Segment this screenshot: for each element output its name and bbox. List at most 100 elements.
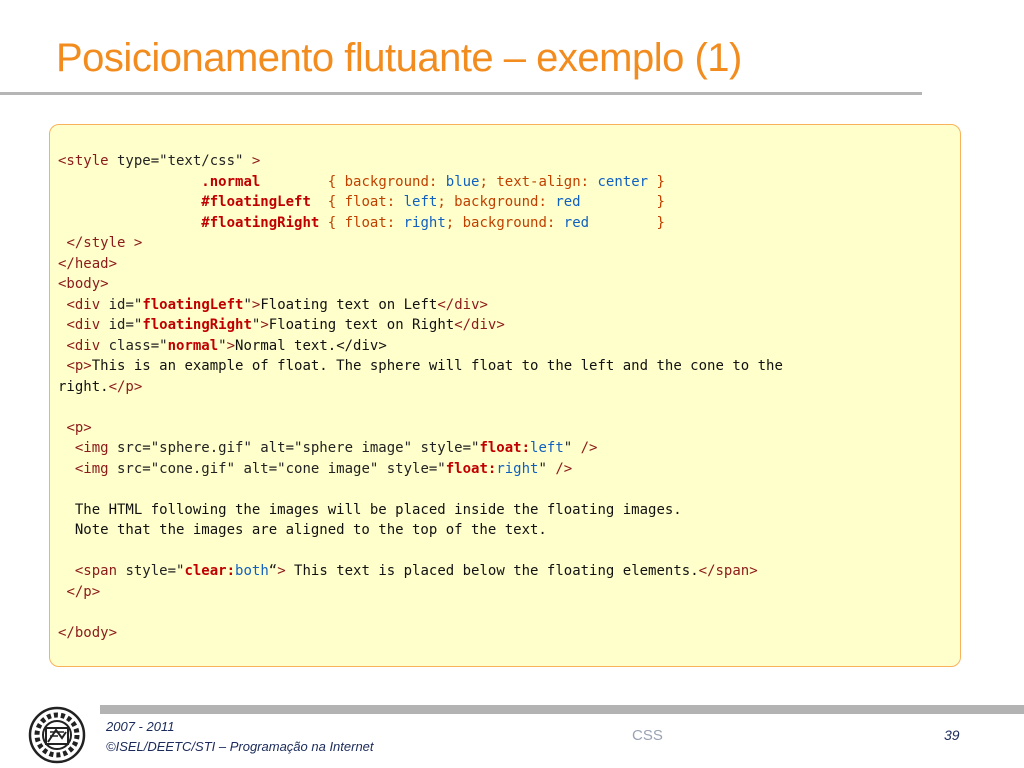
code-token: src="cone.gif" alt="cone image" style=" (108, 460, 446, 477)
page-number: 39 (944, 727, 960, 743)
code-token: </style > (66, 235, 143, 251)
code-token: /> (555, 460, 573, 477)
code-token: </head> (58, 255, 118, 272)
code-line: The HTML following the images will be pl… (58, 502, 682, 518)
code-line: </head> (58, 256, 117, 272)
code-token: clear: (184, 563, 236, 579)
code-token: style=" (117, 563, 185, 579)
code-token: type="text/css" (108, 153, 252, 169)
code-token: .normal (201, 173, 261, 190)
code-token: id=" (100, 317, 143, 333)
code-token: > (260, 317, 269, 333)
code-token: #floatingRight (201, 214, 320, 231)
code-line: <p> (58, 420, 91, 436)
code-line: <div class="normal">Normal text.</div> (58, 337, 387, 354)
code-token: The HTML following the images will be pl… (58, 501, 682, 518)
footer-copyright: ©ISEL/DEETC/STI – Programação na Interne… (106, 739, 374, 754)
code-token: <style (58, 153, 109, 169)
code-token: right. (58, 378, 109, 395)
code-token: " (563, 440, 581, 456)
code-token: ; text-align: (479, 173, 598, 190)
footer-credits: 2007 - 2011 ©ISEL/DEETC/STI – Programaçã… (106, 717, 374, 757)
code-line: #floatingRight { float: right; backgroun… (58, 215, 665, 231)
code-token: class=" (100, 337, 168, 354)
code-token: </div> (454, 317, 505, 333)
code-line: <img src="cone.gif" alt="cone image" sty… (58, 461, 572, 477)
code-token: { float: (327, 194, 404, 210)
code-token: <div (66, 337, 101, 354)
code-token: } (648, 173, 665, 190)
code-token: “ (268, 563, 278, 579)
code-token: </p> (108, 378, 143, 395)
code-token: id=" (100, 296, 143, 313)
code-token: both (235, 563, 269, 579)
code-token: floatingLeft (142, 296, 244, 313)
code-line: <div id="floatingLeft">Floating text on … (58, 297, 488, 313)
code-token: left (530, 440, 564, 456)
footer-divider (100, 705, 1024, 714)
code-token: /> (580, 440, 598, 456)
code-token: > (251, 153, 261, 169)
code-token: " (538, 460, 556, 477)
code-token: right (496, 460, 539, 477)
code-line: </body> (58, 625, 117, 641)
code-token: </div> (437, 296, 488, 313)
code-token: ; background: (445, 214, 564, 231)
code-token: blue (445, 173, 480, 190)
code-token: { float: (327, 214, 404, 231)
slide-title: Posicionamento flutuante – exemplo (1) (56, 36, 742, 80)
code-line: Note that the images are aligned to the … (58, 522, 547, 538)
code-token: </body> (58, 624, 118, 641)
code-token: normal (167, 337, 219, 354)
code-token: <div (66, 296, 101, 313)
code-token: Floating text on Left (260, 296, 438, 313)
code-line: </style > (58, 235, 142, 251)
code-line: right.</p> (58, 379, 142, 395)
code-line: </p> (58, 584, 100, 600)
code-token: > (277, 563, 286, 579)
code-token: <div (66, 317, 101, 333)
code-token: center (597, 173, 649, 190)
code-token: src="sphere.gif" alt="sphere image" styl… (108, 440, 480, 456)
footer-topic: CSS (632, 727, 663, 744)
code-token: </span> (698, 563, 758, 579)
code-token: Normal text.</div> (235, 337, 387, 354)
code-token: left (403, 194, 438, 210)
code-line: <div id="floatingRight">Floating text on… (58, 317, 505, 333)
code-token: { background: (327, 173, 446, 190)
code-listing: <style type="text/css" > .normal { backg… (58, 151, 783, 643)
code-token: " (243, 296, 252, 313)
code-token: <span (74, 563, 118, 579)
code-token: <img (74, 440, 109, 456)
code-token: This is an example of float. The sphere … (91, 358, 783, 374)
code-example-box: <style type="text/css" > .normal { backg… (49, 124, 961, 667)
title-divider (0, 92, 922, 95)
code-line: .normal { background: blue; text-align: … (58, 174, 665, 190)
code-token: " (218, 337, 227, 354)
code-line: <p>This is an example of float. The sphe… (58, 358, 783, 374)
code-token: float: (479, 440, 531, 456)
code-line: <style type="text/css" > (58, 153, 260, 169)
code-token: ; background: (437, 194, 556, 210)
footer-years: 2007 - 2011 (106, 719, 175, 734)
code-token: red (563, 214, 590, 231)
code-token: This text is placed below the floating e… (285, 563, 699, 579)
code-token: } (580, 194, 665, 210)
code-token: } (589, 214, 665, 231)
code-line: #floatingLeft { float: left; background:… (58, 194, 665, 210)
code-token: <p> (66, 358, 92, 374)
code-token: floatingRight (142, 317, 252, 333)
code-token: red (555, 194, 581, 210)
code-token: Note that the images are aligned to the … (58, 522, 547, 538)
code-token: #floatingLeft (201, 194, 311, 210)
code-token: Floating text on Right (268, 317, 455, 333)
code-token: </p> (66, 583, 101, 600)
